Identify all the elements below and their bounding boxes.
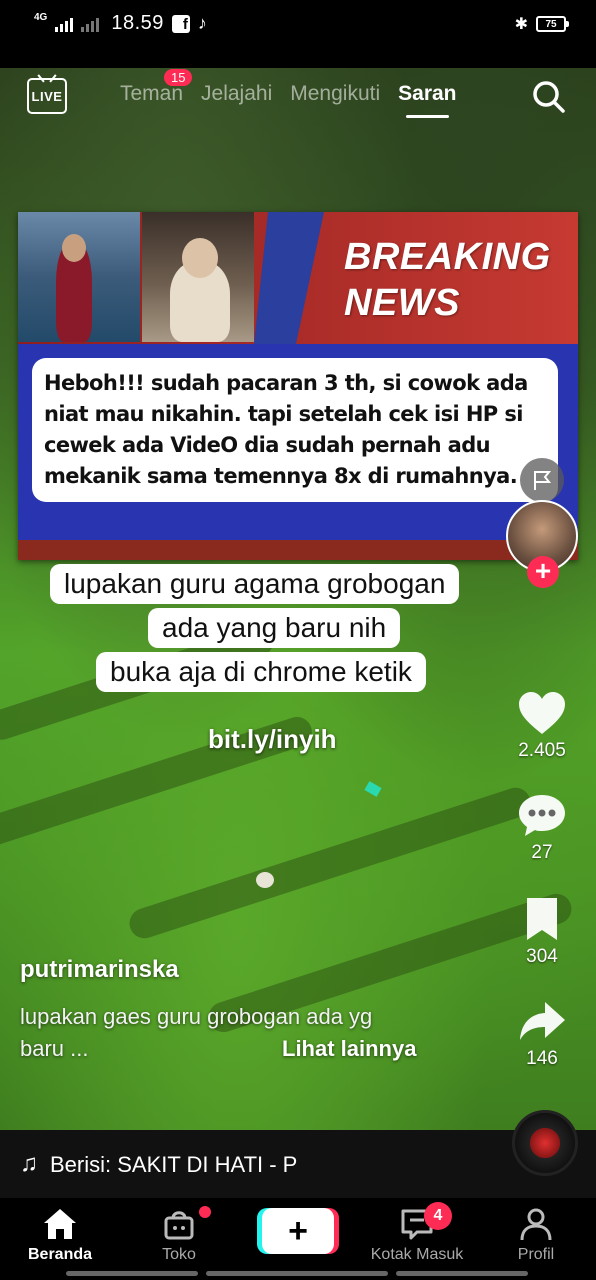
small-object (364, 781, 382, 797)
bookmark-button[interactable]: 304 (496, 896, 588, 968)
share-count: 146 (526, 1048, 558, 1069)
news-header: BREAKING NEWS (18, 212, 578, 344)
top-nav: LIVE Teman 15 Jelajahi Mengikuti Saran (0, 68, 596, 138)
nav-beranda[interactable]: Beranda (5, 1206, 115, 1264)
breaking-news-card: BREAKING NEWS Heboh!!! sudah pacaran 3 t… (18, 212, 578, 560)
follow-button[interactable]: + (527, 556, 559, 588)
terrace-shape (125, 783, 535, 943)
tab-label: Mengikuti (290, 82, 381, 105)
news-footer (18, 540, 578, 560)
caption-line: lupakan guru agama grobogan (50, 564, 460, 604)
feed-tabs: Teman 15 Jelajahi Mengikuti Saran (120, 69, 457, 118)
search-icon[interactable] (532, 80, 566, 114)
creator-username[interactable]: putrimarinska (20, 956, 179, 984)
heart-icon (519, 692, 565, 734)
signal-icon (55, 16, 74, 32)
gesture-bar (206, 1271, 388, 1276)
nav-profil[interactable]: Profil (481, 1206, 591, 1264)
breaking-news-title: BREAKING NEWS (344, 234, 551, 326)
news-body: Heboh!!! sudah pacaran 3 th, si cowok ad… (18, 344, 578, 540)
music-title: Berisi: SAKIT DI HATI - P (50, 1152, 298, 1177)
comment-count: 27 (531, 842, 553, 863)
status-bar: 4G 18.59 f ♪ ✱ 75 (0, 0, 596, 68)
headline-line: BREAKING (344, 236, 551, 278)
live-button[interactable]: LIVE (27, 78, 67, 114)
like-button[interactable]: 2.405 (496, 690, 588, 762)
shopping-bag-icon (164, 1211, 194, 1240)
tab-mengikuti[interactable]: Mengikuti (290, 82, 380, 106)
flag-button[interactable] (520, 458, 564, 502)
notification-badge: 15 (164, 69, 193, 86)
flag-icon (534, 471, 552, 490)
nav-label: Kotak Masuk (370, 1246, 464, 1263)
post-description: lupakan gaes guru grobogan ada yg (20, 1004, 373, 1029)
news-accent-shape (254, 212, 324, 344)
gesture-bar (66, 1271, 198, 1276)
network-type: 4G (34, 11, 48, 23)
comment-button[interactable]: 27 (496, 792, 588, 864)
news-photo-right (142, 212, 254, 342)
live-label: LIVE (31, 88, 63, 104)
news-text: Heboh!!! sudah pacaran 3 th, si cowok ad… (32, 358, 558, 502)
tab-teman[interactable]: Teman 15 (120, 69, 193, 106)
signal-icon-sim2 (81, 16, 100, 32)
share-arrow-icon (520, 1002, 565, 1040)
caption-line: ada yang baru nih (148, 608, 401, 648)
music-disc-icon[interactable] (512, 1110, 578, 1176)
facebook-icon: f (171, 14, 190, 33)
inbox-badge: 4 (424, 1202, 452, 1230)
share-button[interactable]: 146 (496, 998, 588, 1070)
tab-jelajahi[interactable]: Jelajahi (201, 82, 272, 106)
bookmark-icon (527, 898, 557, 940)
music-note-icon: ♫ (20, 1150, 38, 1177)
nav-label: Beranda (27, 1246, 93, 1263)
tab-saran[interactable]: Saran (398, 82, 457, 118)
nav-label: Toko (162, 1246, 196, 1263)
bottom-nav: Beranda Toko + Kotak Masuk 4 Profil (0, 1198, 596, 1280)
tab-label: Saran (398, 82, 457, 105)
person-head (182, 238, 218, 278)
headline-line: NEWS (344, 282, 460, 324)
post-description-continued: baru ... (20, 1036, 89, 1061)
home-icon (44, 1209, 76, 1239)
shop-notification-dot (199, 1206, 211, 1218)
status-time: 18.59 (111, 12, 164, 34)
music-bar[interactable]: ♫ Berisi: SAKIT DI HATI - P (0, 1110, 596, 1198)
nav-kotak-masuk[interactable]: Kotak Masuk (362, 1206, 472, 1264)
like-count: 2.405 (518, 740, 566, 761)
link-text: bit.ly/inyih (208, 724, 337, 754)
stone-shape (256, 872, 274, 888)
caption-line: buka aja di chrome ketik (96, 652, 426, 692)
bluetooth-icon: ✱ (514, 16, 528, 33)
create-button[interactable]: + (262, 1208, 334, 1254)
gesture-bar (396, 1271, 528, 1276)
comment-icon (519, 795, 565, 836)
profile-icon (520, 1208, 552, 1241)
nav-label: Profil (517, 1246, 555, 1263)
tiktok-icon: ♪ (197, 13, 207, 33)
tab-label: Jelajahi (201, 82, 273, 105)
see-more-link[interactable]: Lihat lainnya (282, 1036, 416, 1062)
nav-toko[interactable]: Toko (124, 1206, 234, 1264)
news-photo-left (18, 212, 140, 342)
battery-level: 75 (545, 18, 557, 30)
bookmark-count: 304 (526, 946, 558, 967)
person-head (62, 234, 86, 262)
battery-icon: 75 (536, 16, 569, 32)
